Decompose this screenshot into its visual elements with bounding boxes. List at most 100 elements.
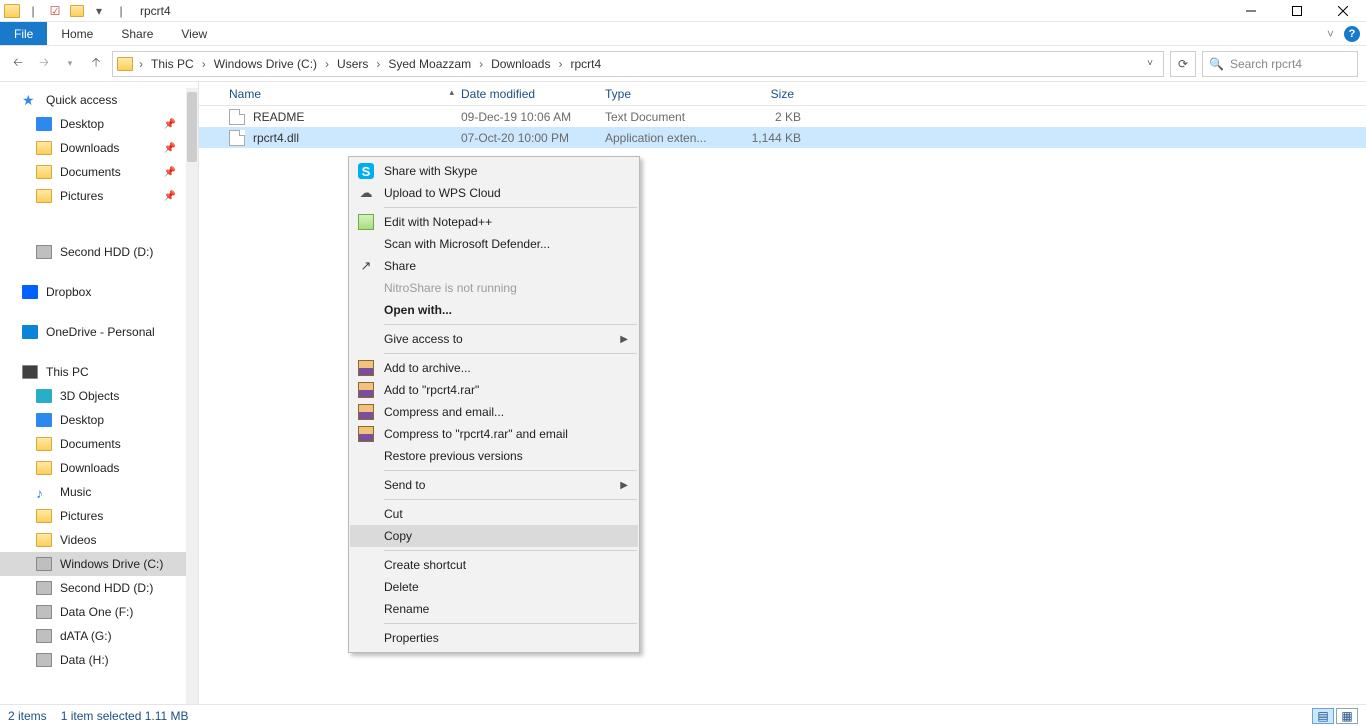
breadcrumb-separator[interactable]: ›	[372, 57, 384, 71]
cloud-icon: ☁	[358, 185, 374, 201]
context-item[interactable]: ↗ Share	[350, 255, 638, 277]
context-item[interactable]: Create shortcut	[350, 554, 638, 576]
navpane-scrollbar[interactable]	[186, 88, 198, 704]
pin-icon: 📌	[164, 191, 176, 202]
column-size[interactable]: Size	[723, 87, 801, 101]
breadcrumb[interactable]: rpcrt4	[566, 57, 605, 71]
view-large-button[interactable]: ▦	[1336, 708, 1358, 724]
context-item[interactable]: Restore previous versions	[350, 445, 638, 467]
title-bar: | ☑ ▾ | rpcrt4	[0, 0, 1366, 22]
context-item[interactable]: Edit with Notepad++	[350, 211, 638, 233]
breadcrumb[interactable]: This PC	[147, 57, 198, 71]
context-item[interactable]: Delete	[350, 576, 638, 598]
nav-this-pc[interactable]: This PC	[0, 360, 186, 384]
nav-pc-item[interactable]: ♪Music	[0, 480, 186, 504]
context-item[interactable]: SShare with Skype	[350, 160, 638, 182]
search-box[interactable]: 🔍 Search rpcrt4	[1202, 51, 1358, 77]
column-type[interactable]: Type	[605, 87, 723, 101]
context-item[interactable]: Add to "rpcrt4.rar"	[350, 379, 638, 401]
breadcrumb[interactable]: Windows Drive (C:)	[210, 57, 321, 71]
nav-onedrive[interactable]: OneDrive - Personal	[0, 320, 186, 344]
help-icon[interactable]: ?	[1344, 26, 1360, 42]
drive-icon	[36, 245, 52, 259]
maximize-button[interactable]	[1274, 0, 1320, 22]
context-item[interactable]: Rename	[350, 598, 638, 620]
qat-newfolder-icon[interactable]	[68, 2, 86, 20]
address-root-sep[interactable]: ›	[135, 57, 147, 71]
file-size: 1,144 KB	[723, 131, 801, 145]
nav-pc-item[interactable]: Windows Drive (C:)	[0, 552, 186, 576]
context-item[interactable]: ☁Upload to WPS Cloud	[350, 182, 638, 204]
file-row[interactable]: rpcrt4.dll07-Oct-20 10:00 PMApplication …	[199, 127, 1366, 148]
recent-dropdown-icon[interactable]: ▾	[60, 54, 80, 74]
nav-quick-item[interactable]: Documents📌	[0, 160, 186, 184]
drive-icon	[36, 557, 52, 571]
nav-pc-item[interactable]: Downloads	[0, 456, 186, 480]
folder-icon	[36, 165, 52, 179]
context-item[interactable]: Open with...	[350, 299, 638, 321]
ribbon-tab-share[interactable]: Share	[107, 22, 167, 45]
nav-pc-item[interactable]: Data (H:)	[0, 648, 186, 672]
nav-second-hdd[interactable]: Second HDD (D:)	[0, 240, 186, 264]
breadcrumb-separator[interactable]: ›	[554, 57, 566, 71]
context-label: Share	[384, 259, 416, 273]
context-separator	[384, 623, 637, 624]
nav-pc-item[interactable]: dATA (G:)	[0, 624, 186, 648]
ribbon-tab-home[interactable]: Home	[47, 22, 107, 45]
context-item[interactable]: Scan with Microsoft Defender...	[350, 233, 638, 255]
share-icon: ↗	[358, 258, 374, 274]
ribbon-tab-view[interactable]: View	[167, 22, 221, 45]
nav-pc-item[interactable]: 3D Objects	[0, 384, 186, 408]
submenu-arrow-icon: ▶	[620, 334, 628, 345]
minimize-button[interactable]	[1228, 0, 1274, 22]
nav-quick-item[interactable]: Downloads📌	[0, 136, 186, 160]
nav-pc-item[interactable]: Data One (F:)	[0, 600, 186, 624]
file-row[interactable]: README09-Dec-19 10:06 AMText Document2 K…	[199, 106, 1366, 127]
breadcrumb-separator[interactable]: ›	[321, 57, 333, 71]
close-button[interactable]	[1320, 0, 1366, 22]
address-bar[interactable]: › This PC›Windows Drive (C:)›Users›Syed …	[112, 51, 1164, 77]
breadcrumb[interactable]: Downloads	[487, 57, 554, 71]
up-button[interactable]: 🡡	[86, 54, 106, 74]
window-title: rpcrt4	[140, 4, 171, 18]
column-name[interactable]: Name▴	[229, 87, 461, 101]
context-item[interactable]: Cut	[350, 503, 638, 525]
view-details-button[interactable]: ▤	[1312, 708, 1334, 724]
column-date[interactable]: Date modified	[461, 87, 605, 101]
nav-label: Videos	[60, 533, 96, 547]
context-separator	[384, 353, 637, 354]
nav-pc-item[interactable]: Second HDD (D:)	[0, 576, 186, 600]
music-icon: ♪	[36, 485, 52, 499]
nav-quick-item[interactable]: Pictures📌	[0, 184, 186, 208]
qat-properties-icon[interactable]: ☑	[46, 2, 64, 20]
ribbon-file-tab[interactable]: File	[0, 22, 47, 45]
context-item[interactable]: Send to▶	[350, 474, 638, 496]
breadcrumb[interactable]: Syed Moazzam	[384, 57, 475, 71]
refresh-button[interactable]: ⟳	[1170, 51, 1196, 77]
nav-quick-access[interactable]: ★Quick access	[0, 88, 186, 112]
context-item[interactable]: Compress and email...	[350, 401, 638, 423]
context-separator	[384, 207, 637, 208]
context-separator	[384, 324, 637, 325]
file-type: Text Document	[605, 110, 723, 124]
breadcrumb-separator[interactable]: ›	[198, 57, 210, 71]
breadcrumb[interactable]: Users	[333, 57, 372, 71]
address-dropdown-icon[interactable]: ˅	[1147, 58, 1153, 69]
qat-dropdown-icon[interactable]: ▾	[90, 2, 108, 20]
forward-button[interactable]: 🡢	[34, 54, 54, 74]
nav-pc-item[interactable]: Documents	[0, 432, 186, 456]
breadcrumb-separator[interactable]: ›	[475, 57, 487, 71]
context-item[interactable]: Properties	[350, 627, 638, 649]
nav-pc-item[interactable]: Pictures	[0, 504, 186, 528]
context-item[interactable]: Copy	[350, 525, 638, 547]
nav-pc-item[interactable]: Desktop	[0, 408, 186, 432]
back-button[interactable]: 🡠	[8, 54, 28, 74]
nav-pc-item[interactable]: Videos	[0, 528, 186, 552]
file-type: Application exten...	[605, 131, 723, 145]
context-item[interactable]: Compress to "rpcrt4.rar" and email	[350, 423, 638, 445]
nav-quick-item[interactable]: Desktop📌	[0, 112, 186, 136]
context-item[interactable]: Give access to▶	[350, 328, 638, 350]
ribbon-expand-icon[interactable]: ˅	[1327, 27, 1334, 41]
context-item[interactable]: Add to archive...	[350, 357, 638, 379]
nav-dropbox[interactable]: Dropbox	[0, 280, 186, 304]
